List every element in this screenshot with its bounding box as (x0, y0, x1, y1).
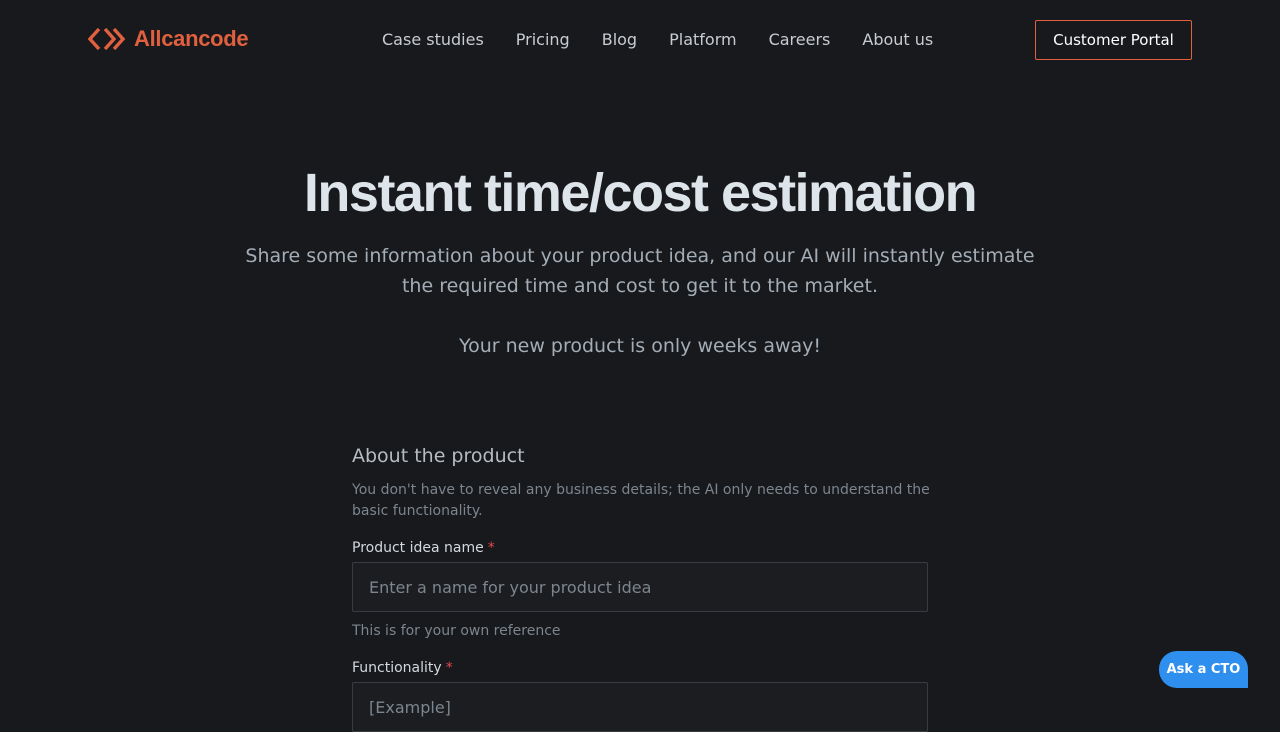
hero-tagline: Your new product is only weeks away! (458, 335, 822, 357)
brand-name: Allcancode (134, 26, 249, 51)
functionality-label: Functionality * (352, 659, 453, 677)
nav-link-careers[interactable]: Careers (769, 29, 831, 51)
brand-logo[interactable]: Allcancode (88, 26, 249, 52)
nav-link-platform[interactable]: Platform (669, 29, 736, 51)
page-title: Instant time/cost estimation (303, 163, 978, 223)
nav-link-case-studies[interactable]: Case studies (382, 29, 484, 51)
functionality-label-text: Functionality (352, 660, 442, 676)
product-name-hint: This is for your own reference (352, 623, 561, 639)
code-chevrons-icon (88, 27, 126, 51)
nav-links: Case studies Pricing Blog Platform Caree… (382, 29, 933, 51)
form-section-description: You don't have to reveal any business de… (352, 482, 930, 519)
nav-link-blog[interactable]: Blog (602, 29, 637, 51)
hero-subtitle: Share some information about your produc… (245, 245, 1035, 297)
ask-cto-chat-button[interactable]: Ask a CTO (1159, 651, 1248, 688)
required-marker: * (487, 540, 495, 556)
nav-link-pricing[interactable]: Pricing (516, 29, 570, 51)
required-marker: * (445, 660, 453, 676)
product-name-label: Product idea name * (352, 539, 495, 557)
top-navigation: Allcancode Case studies Pricing Blog Pla… (0, 0, 1280, 80)
customer-portal-button[interactable]: Customer Portal (1035, 20, 1192, 60)
nav-link-about-us[interactable]: About us (862, 29, 933, 51)
functionality-input[interactable] (352, 682, 928, 732)
form-section-title: About the product (352, 445, 525, 467)
product-name-input[interactable] (352, 562, 928, 612)
product-name-label-text: Product idea name (352, 540, 484, 556)
